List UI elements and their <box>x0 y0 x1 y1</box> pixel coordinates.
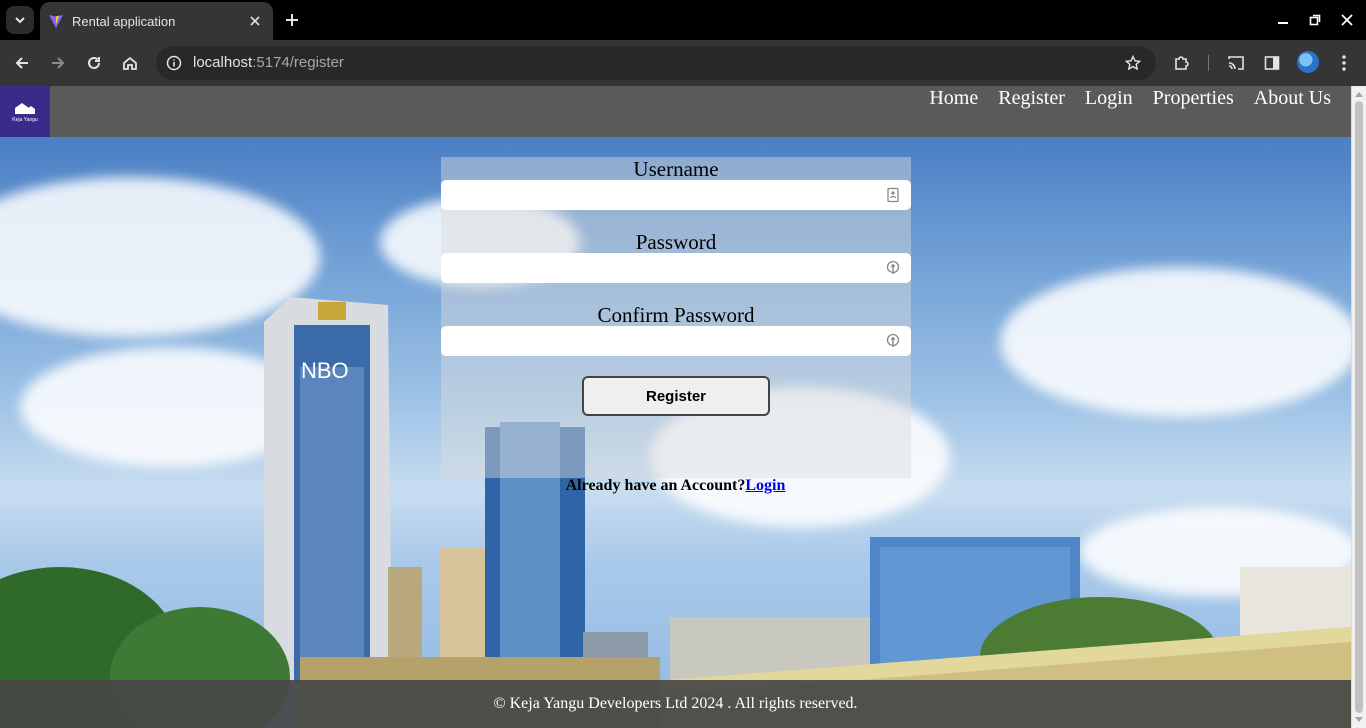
main-nav: Home Register Login Properties About Us <box>929 86 1331 110</box>
vite-favicon-icon <box>49 15 63 28</box>
tab-search-button[interactable] <box>6 6 34 34</box>
site-footer: © Keja Yangu Developers Ltd 2024 . All r… <box>0 680 1351 728</box>
extensions-button[interactable] <box>1168 49 1196 77</box>
username-field[interactable] <box>441 180 911 210</box>
scroll-up-arrow-icon[interactable] <box>1355 92 1363 97</box>
forward-button[interactable] <box>44 49 72 77</box>
browser-menu-button[interactable] <box>1330 49 1358 77</box>
house-logo-icon <box>15 102 35 114</box>
key-icon <box>886 333 900 347</box>
confirm-password-field[interactable] <box>441 326 911 356</box>
confirm-password-input[interactable] <box>441 326 911 356</box>
username-input[interactable] <box>441 180 911 210</box>
nav-about-us[interactable]: About Us <box>1254 86 1331 110</box>
cast-icon <box>1228 56 1244 70</box>
side-panel-icon <box>1264 56 1280 70</box>
site-info-icon[interactable] <box>164 53 184 73</box>
minimize-button[interactable] <box>1271 8 1295 32</box>
login-prompt: Already have an Account?Login <box>0 477 1351 495</box>
toolbar-separator <box>1208 55 1209 71</box>
home-button[interactable] <box>116 49 144 77</box>
username-label: Username <box>633 157 719 181</box>
password-field[interactable] <box>441 253 911 283</box>
nav-register[interactable]: Register <box>998 86 1065 110</box>
site-navbar: Keja Yangu Home Register Login Propertie… <box>0 86 1351 137</box>
arrow-left-icon <box>15 57 28 69</box>
login-link[interactable]: Login <box>745 477 785 494</box>
browser-toolbar: localhost:5174/register <box>0 40 1366 86</box>
new-tab-button[interactable] <box>280 8 304 32</box>
profile-avatar[interactable] <box>1297 51 1319 73</box>
tab-close-icon[interactable] <box>243 9 267 33</box>
side-panel-button[interactable] <box>1258 49 1286 77</box>
register-page: NBO Keja Yangu Home Register Login Prope… <box>0 86 1351 728</box>
confirm-password-label: Confirm Password <box>597 303 755 327</box>
key-icon <box>886 260 900 274</box>
puzzle-icon <box>1175 56 1189 70</box>
restore-icon <box>1309 14 1321 26</box>
bookmark-star-icon[interactable] <box>1122 52 1144 74</box>
restore-button[interactable] <box>1303 8 1327 32</box>
login-prompt-text: Already have an Account? <box>565 477 746 494</box>
vertical-scrollbar[interactable] <box>1351 86 1366 728</box>
chevron-down-icon <box>15 17 25 24</box>
window-close-button[interactable] <box>1335 8 1359 32</box>
back-button[interactable] <box>8 49 36 77</box>
address-bar[interactable]: localhost:5174/register <box>156 46 1156 80</box>
minimize-icon <box>1278 22 1288 24</box>
password-label: Password <box>635 230 717 254</box>
nav-login[interactable]: Login <box>1085 86 1133 110</box>
reload-icon <box>88 56 100 69</box>
close-icon <box>1341 14 1353 26</box>
browser-tabstrip: Rental application <box>0 0 1366 40</box>
nav-home[interactable]: Home <box>929 86 978 110</box>
copyright-text: © Keja Yangu Developers Ltd 2024 . All r… <box>493 695 858 712</box>
plus-icon <box>286 14 298 26</box>
home-icon <box>123 56 137 70</box>
site-logo[interactable]: Keja Yangu <box>0 86 50 137</box>
password-input[interactable] <box>441 253 911 283</box>
page-viewport: NBO Keja Yangu Home Register Login Prope… <box>0 86 1366 728</box>
browser-tab-active[interactable]: Rental application <box>40 2 273 40</box>
arrow-right-icon <box>52 57 65 69</box>
reload-button[interactable] <box>80 49 108 77</box>
tab-title: Rental application <box>72 13 176 29</box>
register-form: Username Password Confirm Password Regis… <box>441 157 911 478</box>
url-text[interactable]: localhost:5174/register <box>193 54 344 71</box>
register-button[interactable]: Register <box>582 376 770 416</box>
scroll-down-arrow-icon[interactable] <box>1355 717 1363 722</box>
scrollbar-thumb[interactable] <box>1355 101 1363 713</box>
nav-properties[interactable]: Properties <box>1153 86 1234 110</box>
svg-text:NBO: NBO <box>301 358 349 383</box>
contact-card-icon <box>887 187 899 203</box>
more-vertical-icon <box>1342 55 1346 71</box>
cast-button[interactable] <box>1222 49 1250 77</box>
